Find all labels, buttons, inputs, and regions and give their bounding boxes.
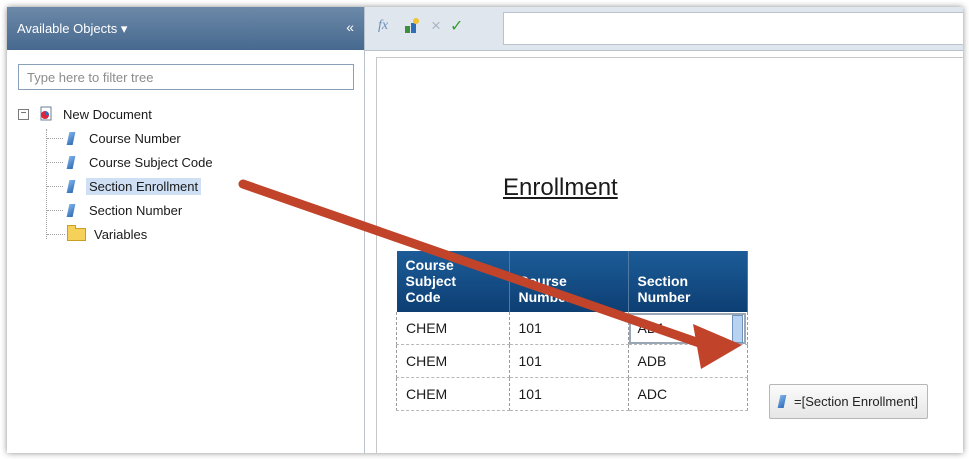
formula-input[interactable] <box>503 12 963 45</box>
header-line: Course <box>518 273 567 289</box>
table-row: CHEM 101 ADC <box>396 377 748 411</box>
tree-item-label: Course Subject Code <box>89 154 213 170</box>
header-line: Number <box>518 289 572 305</box>
formula-editor-icon[interactable]: fx <box>378 18 388 34</box>
available-objects-panel: Available Objects ▾ « − New Document <box>7 7 365 453</box>
table-header-section-number[interactable]: Section Number <box>628 251 748 312</box>
tree-connector <box>47 162 63 163</box>
tree-item-section-number[interactable]: Section Number <box>66 200 185 220</box>
object-tree: − New Document Course Number Course Subj… <box>7 7 364 453</box>
cancel-icon[interactable]: × <box>431 16 441 36</box>
dimension-icon <box>66 203 76 217</box>
table-header-course-number[interactable]: Course Number <box>509 251 629 312</box>
create-variable-icon[interactable] <box>403 17 421 35</box>
header-line: Section <box>637 273 689 289</box>
tree-item-section-enrollment[interactable]: Section Enrollment <box>66 176 202 196</box>
folder-icon <box>67 224 86 241</box>
tree-connector <box>47 210 63 211</box>
header-line: Subject <box>405 273 457 289</box>
dimension-icon <box>777 395 787 408</box>
dimension-icon <box>66 131 76 145</box>
tree-root-label: New Document <box>63 106 152 122</box>
drag-tooltip: =[Section Enrollment] <box>769 384 928 419</box>
app-window: Available Objects ▾ « − New Document <box>7 7 963 453</box>
header-line: Code <box>405 289 441 305</box>
table-cell-drop-target[interactable]: AD1 <box>628 312 748 345</box>
cell-value: AD1 <box>637 320 665 336</box>
dimension-icon <box>66 179 76 193</box>
dimension-icon <box>66 155 76 169</box>
table-cell[interactable]: CHEM <box>396 377 510 411</box>
table-row: CHEM 101 AD1 <box>396 312 748 345</box>
tree-item-course-number[interactable]: Course Number <box>66 128 184 148</box>
table-row: CHEM 101 ADB <box>396 344 748 378</box>
tree-connector <box>47 186 63 187</box>
document-icon <box>40 106 52 121</box>
table-cell[interactable]: 101 <box>509 312 629 345</box>
tree-connector <box>47 138 63 139</box>
tree-connector <box>46 129 47 239</box>
report-table[interactable]: Course Subject Code Course Number Sectio… <box>396 251 748 411</box>
tree-connector <box>47 234 65 235</box>
tree-folder-variables[interactable]: Variables <box>67 224 150 244</box>
table-header-course-subject-code[interactable]: Course Subject Code <box>396 251 510 312</box>
tree-folder-label: Variables <box>94 226 148 242</box>
table-cell[interactable]: 101 <box>509 344 629 378</box>
cell-resize-handle[interactable] <box>731 315 743 343</box>
tree-item-label: Course Number <box>89 130 181 146</box>
tree-item-label: Section Number <box>89 202 183 218</box>
formula-toolbar: fx × ✓ <box>365 7 963 51</box>
validate-icon[interactable]: ✓ <box>450 16 463 36</box>
table-cell[interactable]: CHEM <box>396 344 510 378</box>
tree-item-label: Section Enrollment <box>86 177 202 195</box>
table-cell[interactable]: ADB <box>628 344 748 378</box>
table-cell[interactable]: CHEM <box>396 312 510 345</box>
table-cell[interactable]: 101 <box>509 377 629 411</box>
header-line: Number <box>637 289 691 305</box>
tree-root-new-document[interactable]: New Document <box>38 104 155 124</box>
tree-item-course-subject-code[interactable]: Course Subject Code <box>66 152 216 172</box>
header-line: Course <box>405 257 454 273</box>
table-cell[interactable]: ADC <box>628 377 748 411</box>
drag-tooltip-text: =[Section Enrollment] <box>794 394 918 409</box>
collapse-toggle-icon[interactable]: − <box>18 109 29 120</box>
report-title[interactable]: Enrollment <box>503 174 618 202</box>
